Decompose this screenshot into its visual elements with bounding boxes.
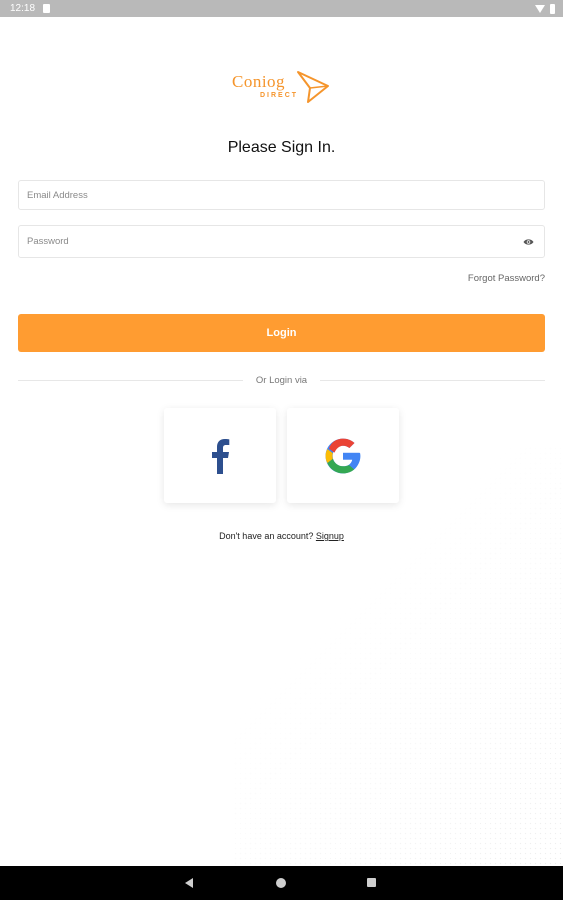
email-input[interactable] bbox=[19, 181, 544, 209]
signup-row: Don't have an account? Signup bbox=[0, 531, 563, 541]
logo-main-text: Coniog bbox=[232, 72, 286, 91]
signup-link[interactable]: Signup bbox=[316, 531, 344, 541]
status-time: 12:18 bbox=[10, 3, 36, 14]
sd-card-icon bbox=[43, 4, 51, 13]
wifi-icon bbox=[535, 4, 545, 13]
recents-icon[interactable] bbox=[367, 878, 376, 887]
eye-icon[interactable] bbox=[523, 238, 534, 246]
signup-prompt: Don't have an account? bbox=[219, 531, 314, 541]
google-icon bbox=[325, 438, 361, 473]
battery-icon bbox=[550, 3, 555, 14]
password-input[interactable] bbox=[19, 226, 544, 257]
background-dot-pattern bbox=[233, 446, 563, 866]
page-title: Please Sign In. bbox=[227, 139, 336, 156]
coniog-direct-logo: Coniog DIRECT bbox=[232, 66, 332, 108]
status-bar: 12:18 bbox=[0, 0, 563, 17]
navigation-bar bbox=[0, 866, 563, 900]
status-left: 12:18 bbox=[10, 3, 51, 14]
google-login-button[interactable] bbox=[287, 408, 399, 503]
facebook-login-button[interactable] bbox=[164, 408, 276, 503]
back-icon[interactable] bbox=[185, 878, 193, 888]
email-field[interactable] bbox=[18, 180, 545, 210]
divider-line-right bbox=[320, 380, 545, 381]
home-icon[interactable] bbox=[276, 878, 286, 888]
login-button[interactable]: Login bbox=[18, 314, 545, 352]
logo-sub-text: DIRECT bbox=[260, 92, 299, 99]
paper-plane-icon bbox=[297, 71, 329, 103]
forgot-password-link[interactable]: Forgot Password? bbox=[468, 273, 545, 284]
status-right bbox=[535, 3, 555, 14]
password-field[interactable] bbox=[18, 225, 545, 258]
facebook-icon bbox=[212, 438, 230, 474]
